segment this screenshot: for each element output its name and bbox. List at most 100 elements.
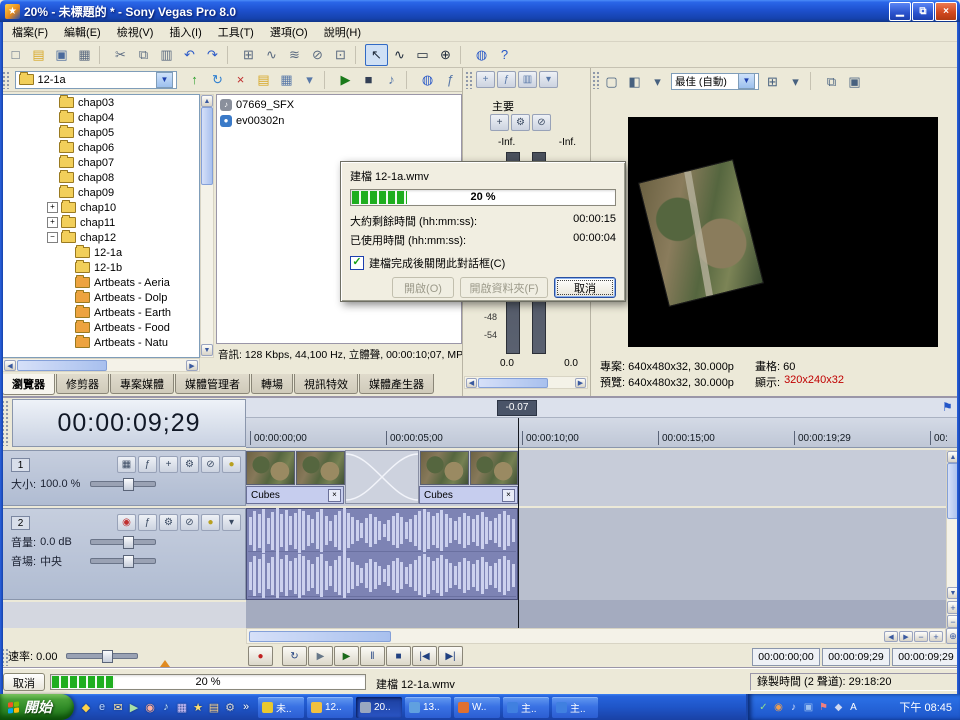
tree-expander[interactable]: − <box>47 232 58 243</box>
open-icon[interactable]: ▤ <box>27 44 50 66</box>
track-motion-icon[interactable]: ▦ <box>117 456 136 473</box>
tab-video-fx[interactable]: 視訊特效 <box>294 374 358 394</box>
security-tray-icon[interactable]: ✓ <box>756 702 771 713</box>
timeline-empty-area[interactable] <box>246 600 960 628</box>
video-event-thumbnail[interactable] <box>420 451 469 485</box>
overlays-icon[interactable]: ⊞ <box>761 70 784 92</box>
video-event-thumbnail[interactable] <box>246 451 295 485</box>
up-one-level-icon[interactable]: ↑ <box>183 69 206 91</box>
envelope-edit-tool-icon[interactable]: ∿ <box>388 44 411 66</box>
size-slider[interactable] <box>90 481 156 487</box>
event-fx-icon[interactable]: × <box>502 489 515 502</box>
crossfade-region[interactable] <box>345 450 419 504</box>
arm-for-record-button[interactable]: ◉ <box>117 514 136 531</box>
tree-item[interactable]: chap03 <box>3 95 199 110</box>
tree-item[interactable]: Artbeats - Dolp <box>3 290 199 305</box>
mixer-scrollbar[interactable]: ◀ ▶ <box>464 376 588 389</box>
menu-help[interactable]: 說明(H) <box>316 22 369 42</box>
display-tray-icon[interactable]: ▣ <box>801 702 816 713</box>
split-screen-view-icon[interactable]: ◧ <box>623 70 646 92</box>
slider-handle[interactable] <box>102 650 113 663</box>
taskbar-item-render[interactable]: 20.. <box>356 697 402 718</box>
automation-settings-icon[interactable]: ⚙ <box>180 456 199 473</box>
new-project-icon[interactable]: □ <box>4 44 27 66</box>
toolbar-icon[interactable] <box>460 46 467 64</box>
track-1-lane[interactable]: Cubes × Cubes × <box>246 450 960 506</box>
video-event-thumbnail[interactable] <box>470 451 518 485</box>
normal-edit-tool-icon[interactable]: ↖ <box>365 44 388 66</box>
volume-tray-icon[interactable]: ♪ <box>786 702 801 713</box>
event-fx-icon[interactable]: × <box>328 489 341 502</box>
ignore-event-grouping-icon[interactable]: ⊡ <box>329 44 352 66</box>
dock-grip[interactable] <box>592 71 599 89</box>
paste-icon[interactable]: ▥ <box>155 44 178 66</box>
tab-transitions[interactable]: 轉場 <box>251 374 293 394</box>
ql-folder-icon[interactable]: ▤ <box>206 701 222 714</box>
scroll-thumb[interactable] <box>201 107 213 185</box>
track-1-number[interactable]: 1 <box>11 458 30 472</box>
tree-horizontal-scrollbar[interactable]: ◀ ▶ <box>2 358 200 372</box>
ql-mail-icon[interactable]: ✉ <box>110 701 126 714</box>
scroll-thumb[interactable] <box>478 378 548 388</box>
open-folder-button[interactable]: 開啟資料夾(F) <box>460 277 548 298</box>
more-icon[interactable]: ▾ <box>222 514 241 531</box>
ql-ie-icon[interactable]: e <box>94 701 110 713</box>
automation-settings-icon[interactable]: ⚙ <box>159 514 178 531</box>
go-to-start-button[interactable]: |◀ <box>412 646 437 666</box>
tree-item[interactable]: Artbeats - Food <box>3 320 199 335</box>
cut-icon[interactable]: ✂ <box>109 44 132 66</box>
status-cancel-button[interactable]: 取消 <box>3 673 45 691</box>
slider-handle[interactable] <box>123 536 134 549</box>
chevron-down-icon[interactable]: ▼ <box>738 73 755 89</box>
track-2-lane[interactable] <box>246 508 960 600</box>
ql-vegas-icon[interactable]: ★ <box>190 701 206 714</box>
close-button[interactable]: × <box>935 2 957 21</box>
lock-envelopes-icon[interactable]: ⊘ <box>306 44 329 66</box>
menu-options[interactable]: 選項(O) <box>262 22 316 42</box>
taskbar-item-image[interactable]: 13.. <box>405 697 451 718</box>
refresh-icon[interactable]: ↻ <box>206 69 229 91</box>
zoom-edit-tool-icon[interactable]: ⊕ <box>434 44 457 66</box>
solo-button[interactable]: ● <box>222 456 241 473</box>
explorer-toolbar-icon[interactable] <box>406 71 413 89</box>
explorer-toolbar-icon[interactable] <box>324 71 331 89</box>
tree-item[interactable]: chap07 <box>3 155 199 170</box>
stop-button[interactable]: ■ <box>386 646 411 666</box>
menu-edit[interactable]: 編輯(E) <box>56 22 109 42</box>
menu-insert[interactable]: 插入(I) <box>161 22 209 42</box>
tree-item[interactable]: Artbeats - Natu <box>3 335 199 350</box>
split-screen-dropdown-icon[interactable]: ▾ <box>646 70 669 92</box>
mute-button[interactable]: ⊘ <box>201 456 220 473</box>
video-event-thumbnail[interactable] <box>296 451 345 485</box>
taskbar-item-media-player[interactable]: W.. <box>454 697 500 718</box>
copy-icon[interactable]: ⧉ <box>132 44 155 66</box>
save-icon[interactable]: ▣ <box>50 44 73 66</box>
title-bar[interactable]: ★ 20% - 未標題的 * - Sony Vegas Pro 8.0 ▁⧉× <box>0 0 960 22</box>
insert-fx-icon[interactable]: ƒ <box>497 71 516 88</box>
pause-button[interactable]: ‖ <box>360 646 385 666</box>
tree-item[interactable]: chap06 <box>3 140 199 155</box>
tree-item[interactable]: + chap10 <box>3 200 199 215</box>
tree-item[interactable]: − chap12 <box>3 230 199 245</box>
tree-item[interactable]: 12-1a <box>3 245 199 260</box>
new-folder-icon[interactable]: ▤ <box>252 69 275 91</box>
save-snapshot-icon[interactable]: ▣ <box>843 70 866 92</box>
timeline-horizontal-scrollbar[interactable]: ◀ ▶ − + <box>246 628 946 644</box>
rate-slider[interactable] <box>66 653 138 659</box>
mixer-views-icon[interactable]: ▥ <box>518 71 537 88</box>
views-icon[interactable]: ▦ <box>275 69 298 91</box>
track-2-header[interactable]: 2 ◉ƒ⚙⊘●▾ 音量: 0.0 dB 音場: 中央 <box>0 508 246 600</box>
taskbar-item-vegas[interactable]: 未.. <box>258 697 304 718</box>
track-fx-icon[interactable]: ƒ <box>138 456 157 473</box>
go-to-end-button[interactable]: ▶| <box>438 646 463 666</box>
tab-project-media[interactable]: 專案媒體 <box>110 374 174 394</box>
language-tray-icon[interactable]: A <box>846 702 861 713</box>
track-fx-icon[interactable]: ƒ <box>138 514 157 531</box>
size-value[interactable]: 100.0 % <box>40 478 86 490</box>
timeline-ruler[interactable]: 00:00:00;0000:00:05;0000:00:10;0000:00:1… <box>246 418 960 448</box>
slider-handle[interactable] <box>123 555 134 568</box>
open-button[interactable]: 開啟(O) <box>392 277 454 298</box>
address-combo[interactable]: 12-1a ▼ <box>15 71 177 89</box>
auto-preview-icon[interactable]: ♪ <box>380 69 403 91</box>
copy-snapshot-icon[interactable]: ⧉ <box>820 70 843 92</box>
